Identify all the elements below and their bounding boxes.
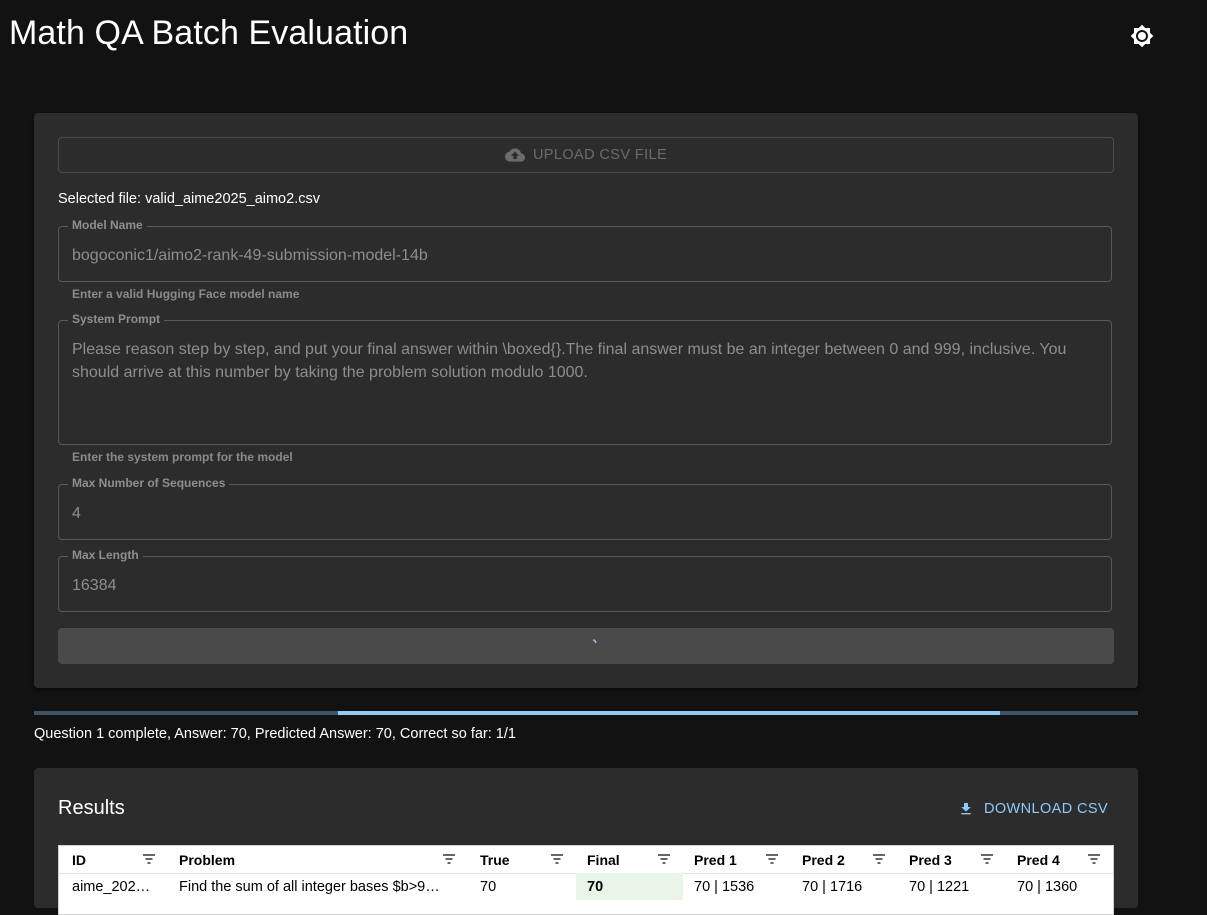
cell-pred1[interactable]: 70 | 1536 (694, 873, 794, 900)
model-name-input[interactable]: bogoconic1/aimo2-rank-49-submission-mode… (72, 244, 1097, 267)
download-icon (961, 803, 971, 815)
selected-file-prefix: Selected file: (58, 191, 146, 207)
progress-status-text: Question 1 complete, Answer: 70, Predict… (34, 726, 516, 742)
progress-bar (34, 711, 1138, 715)
max-sequences-input[interactable]: 4 (72, 502, 1097, 525)
model-name-field[interactable]: Model Name bogoconic1/aimo2-rank-49-subm… (58, 218, 1112, 282)
progress-bar-fill (338, 711, 1001, 715)
evaluation-form-card: UPLOAD CSV FILE Selected file: valid_aim… (34, 113, 1138, 688)
system-prompt-textarea[interactable]: Please reason step by step, and put your… (72, 338, 1097, 384)
cloud-upload-icon (504, 148, 525, 162)
filter-icon[interactable] (981, 854, 993, 864)
download-csv-button[interactable]: DOWNLOAD CSV (958, 800, 1108, 818)
upload-csv-button[interactable]: UPLOAD CSV FILE (58, 137, 1114, 173)
selected-file-name: valid_aime2025_aimo2.csv (145, 191, 320, 207)
cell-id[interactable]: aime_202… (72, 873, 167, 900)
page-title: Math QA Batch Evaluation (9, 14, 409, 52)
run-evaluation-button[interactable] (58, 628, 1114, 664)
max-sequences-label: Max Number of Sequences (68, 476, 230, 490)
max-length-input[interactable]: 16384 (72, 574, 1097, 597)
results-card: Results DOWNLOAD CSV ID Problem True Fin… (34, 768, 1138, 915)
brightness-icon (1130, 24, 1154, 48)
scroll-gutter (1172, 0, 1207, 897)
model-name-helper: Enter a valid Hugging Face model name (72, 287, 300, 301)
filter-icon[interactable] (551, 854, 563, 864)
filter-icon[interactable] (658, 854, 670, 864)
results-table: ID Problem True Final Pred 1 Pred 2 Pred… (58, 845, 1114, 915)
system-prompt-helper: Enter the system prompt for the model (72, 450, 293, 464)
filter-icon[interactable] (443, 854, 455, 864)
cell-final[interactable]: 70 (576, 873, 683, 900)
cell-true[interactable]: 70 (480, 873, 575, 900)
filter-icon[interactable] (143, 854, 155, 864)
system-prompt-field[interactable]: System Prompt Please reason step by step… (58, 312, 1112, 445)
download-csv-label: DOWNLOAD CSV (984, 801, 1109, 817)
column-header-final[interactable]: Final (587, 846, 620, 873)
theme-toggle-button[interactable] (1126, 20, 1158, 52)
table-header: ID Problem True Final Pred 1 Pred 2 Pred… (59, 846, 1113, 874)
system-prompt-label: System Prompt (68, 312, 165, 326)
filter-icon[interactable] (1088, 854, 1100, 864)
cell-pred4[interactable]: 70 | 1360 (1017, 873, 1112, 900)
cell-pred2[interactable]: 70 | 1716 (802, 873, 902, 900)
column-header-pred1[interactable]: Pred 1 (694, 846, 737, 873)
column-header-id[interactable]: ID (72, 846, 86, 873)
column-header-problem[interactable]: Problem (179, 846, 235, 873)
cell-pred3[interactable]: 70 | 1221 (909, 873, 1009, 900)
model-name-label: Model Name (68, 218, 147, 232)
results-title: Results (58, 797, 125, 819)
upload-csv-label: UPLOAD CSV FILE (532, 147, 668, 163)
column-header-pred3[interactable]: Pred 3 (909, 846, 952, 873)
loading-spinner-icon (592, 639, 597, 644)
column-header-pred2[interactable]: Pred 2 (802, 846, 845, 873)
max-length-field[interactable]: Max Length 16384 (58, 548, 1112, 612)
column-header-pred4[interactable]: Pred 4 (1017, 846, 1060, 873)
column-header-true[interactable]: True (480, 846, 510, 873)
cell-problem[interactable]: Find the sum of all integer bases $b>9… (179, 873, 469, 900)
filter-icon[interactable] (766, 854, 778, 864)
filter-icon[interactable] (873, 854, 885, 864)
max-sequences-field[interactable]: Max Number of Sequences 4 (58, 476, 1112, 540)
selected-file-text: Selected file: valid_aime2025_aimo2.csv (58, 191, 320, 207)
max-length-label: Max Length (68, 548, 143, 562)
